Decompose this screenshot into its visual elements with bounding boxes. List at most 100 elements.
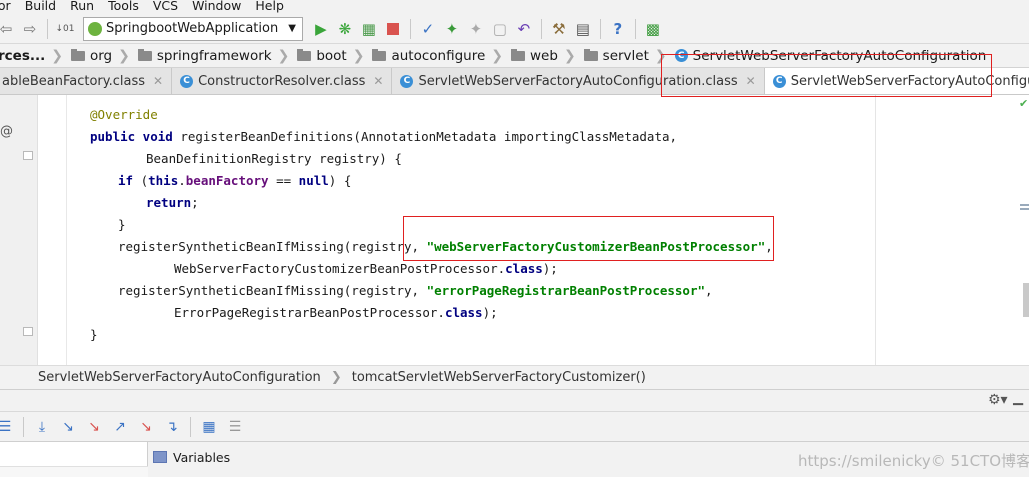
list-icon[interactable]: ☰ bbox=[0, 416, 18, 438]
menu-item-tools[interactable]: Tools bbox=[101, 0, 146, 13]
editor-breadcrumb-class[interactable]: ServletWebServerFactoryAutoConfiguration bbox=[0, 370, 321, 385]
editor-breadcrumb: ServletWebServerFactoryAutoConfiguration… bbox=[0, 365, 1029, 389]
menu-item-run[interactable]: Run bbox=[63, 0, 101, 13]
code-text: ; bbox=[191, 195, 199, 210]
menu-item-window[interactable]: Window bbox=[185, 0, 248, 13]
close-icon[interactable]: ✕ bbox=[373, 74, 383, 88]
chevron-right-icon: ❯ bbox=[563, 47, 576, 64]
editor-scrollbar-thumb[interactable] bbox=[1023, 283, 1029, 317]
folder-icon bbox=[137, 48, 152, 61]
variables-label: Variables bbox=[173, 449, 231, 465]
keyword-token: class bbox=[505, 261, 543, 276]
frames-pane[interactable] bbox=[0, 442, 148, 477]
code-line: return; bbox=[146, 192, 199, 214]
folder-icon bbox=[583, 48, 598, 61]
hide-panel-icon[interactable]: ▁ bbox=[1013, 391, 1023, 406]
gear-icon[interactable]: ⚙▾ bbox=[988, 392, 1008, 408]
evaluate-expression-icon[interactable]: ▦ bbox=[196, 416, 222, 438]
keyword-token: public void bbox=[90, 129, 173, 144]
code-text: ); bbox=[542, 261, 558, 276]
debug-panel-header: ⚙▾ ▁ bbox=[0, 389, 1029, 411]
highlight-box-active-tab bbox=[661, 54, 992, 97]
folder-icon bbox=[372, 48, 387, 61]
fold-marker-icon[interactable] bbox=[23, 327, 33, 336]
breadcrumb-item-org[interactable]: org ❯ bbox=[67, 48, 134, 64]
menu-item-build[interactable]: Build bbox=[18, 0, 63, 13]
main-toolbar: ⇦ ⇨ ↓01 SpringbootWebApplication ▼ ▶ ❋ ▦… bbox=[0, 14, 1029, 44]
code-text: } bbox=[90, 327, 98, 342]
breadcrumb-label: servlet bbox=[602, 47, 649, 64]
coverage-icon[interactable]: ▦ bbox=[357, 18, 381, 40]
breadcrumb-label: org bbox=[89, 47, 113, 64]
vcs-branch-icon[interactable]: ✦ bbox=[440, 18, 464, 40]
code-line: if (this.beanFactory == null) { bbox=[118, 170, 351, 192]
project-structure-icon[interactable]: ▤ bbox=[571, 18, 595, 40]
editor-breadcrumb-method[interactable]: tomcatServletWebServerFactoryCustomizer(… bbox=[352, 370, 646, 385]
error-stripe[interactable] bbox=[1016, 95, 1029, 365]
checkmark-icon: ✔ bbox=[1019, 97, 1029, 110]
breadcrumb-label: rces... bbox=[0, 47, 46, 64]
breadcrumb-item-web[interactable]: web ❯ bbox=[507, 48, 580, 64]
toolbar-divider bbox=[599, 18, 601, 39]
undo-icon[interactable]: ↶ bbox=[512, 18, 536, 40]
toolbar-divider bbox=[47, 18, 48, 39]
override-marker-icon[interactable]: @ bbox=[0, 124, 13, 139]
menu-bar: tor Build Run Tools VCS Window Help bbox=[0, 0, 1029, 14]
code-text: ); bbox=[482, 305, 498, 320]
code-text: } bbox=[118, 217, 126, 232]
trace-icon[interactable]: ☰ bbox=[222, 416, 248, 438]
debug-bottom-area: Variables https://smilenicky© 51CTO博客 bbox=[0, 441, 1029, 477]
vcs-history-icon[interactable]: ▢ bbox=[488, 18, 512, 40]
vcs-update-icon[interactable]: ✓ bbox=[416, 18, 440, 40]
toolbar-divider bbox=[23, 416, 24, 437]
drop-frame-icon[interactable]: ↘ bbox=[133, 416, 159, 438]
tab-constructorresolver[interactable]: C ConstructorResolver.class ✕ bbox=[172, 68, 393, 94]
breadcrumb-label: autoconfigure bbox=[391, 47, 486, 64]
force-step-into-icon[interactable]: ↘ bbox=[81, 416, 107, 438]
settings-wrench-icon[interactable]: ⚒ bbox=[547, 18, 571, 40]
code-line: ErrorPageRegistrarBeanPostProcessor.clas… bbox=[174, 302, 498, 324]
string-token: "errorPageRegistrarBeanPostProcessor" bbox=[426, 283, 706, 298]
frame-row[interactable] bbox=[0, 466, 148, 477]
code-line: } bbox=[118, 214, 126, 236]
code-text: WebServerFactoryCustomizerBeanPostProces… bbox=[174, 261, 506, 276]
step-out-icon[interactable]: ↗ bbox=[107, 416, 133, 438]
code-text: ErrorPageRegistrarBeanPostProcessor. bbox=[174, 305, 445, 320]
run-icon[interactable]: ▶ bbox=[309, 18, 333, 40]
vcs-push-icon[interactable]: ✦ bbox=[464, 18, 488, 40]
spring-boot-icon bbox=[88, 21, 102, 36]
breadcrumb-item-servlet[interactable]: servlet ❯ bbox=[580, 48, 671, 64]
run-configuration-select[interactable]: SpringbootWebApplication ▼ bbox=[83, 16, 303, 41]
back-arrow-icon[interactable]: ⇦ bbox=[0, 18, 18, 40]
breadcrumb-item-sources[interactable]: rces... ❯ bbox=[0, 48, 67, 64]
step-over-icon[interactable]: ⤓ bbox=[29, 416, 55, 438]
folder-icon bbox=[511, 48, 526, 61]
menu-item-vcs[interactable]: VCS bbox=[146, 0, 185, 13]
stripe-mark[interactable] bbox=[1020, 208, 1029, 210]
code-line: @Override bbox=[90, 104, 158, 126]
debug-toolbar: ☰ ⤓ ↘ ↘ ↗ ↘ ↴ ▦ ☰ bbox=[0, 411, 1029, 441]
code-text: == bbox=[268, 173, 299, 188]
android-icon[interactable]: ▩ bbox=[641, 18, 665, 40]
folder-icon bbox=[70, 48, 85, 61]
keyword-token: class bbox=[444, 305, 483, 320]
binary-icon[interactable]: ↓01 bbox=[53, 18, 77, 40]
fold-marker-icon[interactable] bbox=[23, 151, 33, 160]
help-icon[interactable]: ? bbox=[606, 18, 630, 40]
forward-arrow-icon[interactable]: ⇨ bbox=[18, 18, 42, 40]
close-icon[interactable]: ✕ bbox=[153, 74, 163, 88]
breadcrumb-item-boot[interactable]: boot ❯ bbox=[293, 48, 368, 64]
step-into-icon[interactable]: ↘ bbox=[55, 416, 81, 438]
stripe-mark[interactable] bbox=[1020, 204, 1029, 206]
tab-ablebeanfactory[interactable]: ableBeanFactory.class ✕ bbox=[0, 68, 173, 94]
menu-item-tor[interactable]: tor bbox=[0, 0, 18, 13]
menu-item-help[interactable]: Help bbox=[248, 0, 291, 13]
breadcrumb-item-autoconfigure[interactable]: autoconfigure ❯ bbox=[368, 48, 507, 64]
toolbar-divider bbox=[190, 416, 191, 437]
tab-label: ableBeanFactory.class bbox=[2, 73, 145, 89]
stop-icon[interactable] bbox=[381, 18, 405, 40]
keyword-token: if bbox=[118, 173, 134, 188]
debug-icon[interactable]: ❋ bbox=[333, 18, 357, 40]
breadcrumb-item-springframework[interactable]: springframework ❯ bbox=[134, 48, 293, 64]
run-to-cursor-icon[interactable]: ↴ bbox=[159, 416, 185, 438]
